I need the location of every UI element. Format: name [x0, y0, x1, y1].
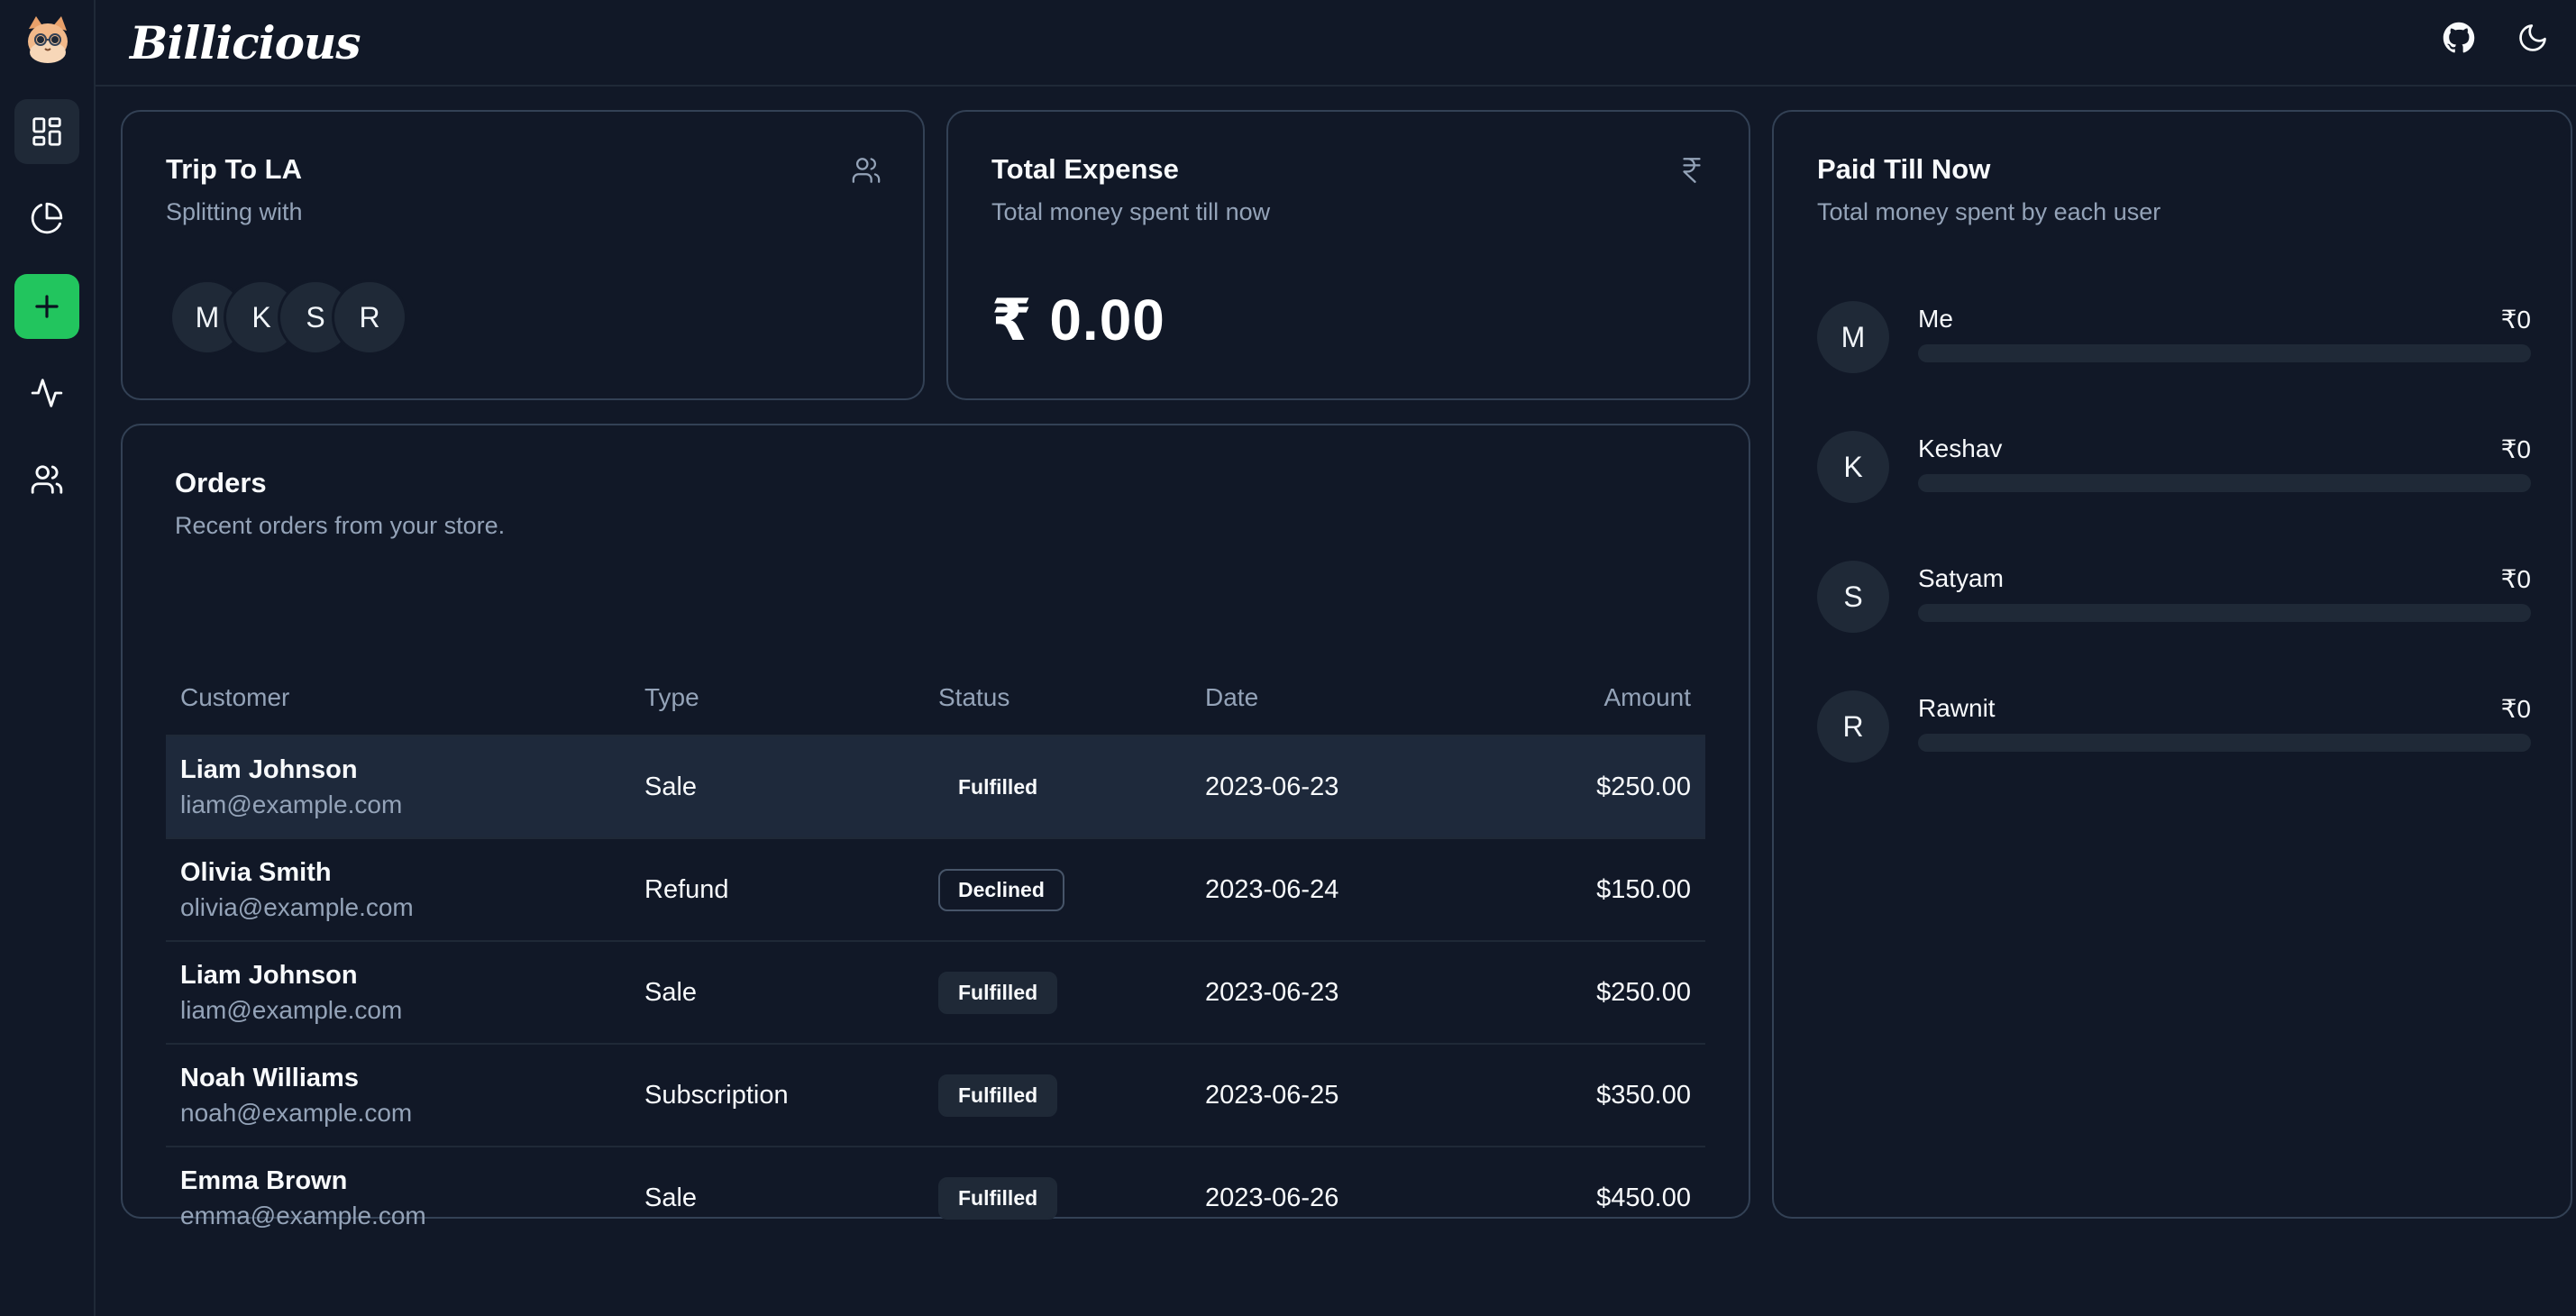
github-icon	[2443, 22, 2475, 53]
user-amount: ₹0	[2500, 695, 2531, 723]
trip-subtitle: Splitting with	[166, 198, 303, 225]
order-amount: $350.00	[1457, 1044, 1705, 1147]
order-date: 2023-06-23	[1191, 736, 1457, 839]
avatar: M	[1817, 301, 1889, 373]
nav-dashboard-button[interactable]	[14, 99, 79, 164]
user-amount: ₹0	[2500, 306, 2531, 334]
app-logo-icon[interactable]	[23, 13, 72, 63]
order-type: Sale	[644, 1183, 698, 1212]
trip-card: Trip To LA Splitting with M K S R	[121, 110, 925, 400]
nav-members-button[interactable]	[14, 447, 79, 512]
avatar: R	[1817, 690, 1889, 763]
user-amount: ₹0	[2500, 435, 2531, 463]
paid-subtitle: Total money spent by each user	[1817, 198, 2161, 225]
user-paid-row: K Keshav ₹0	[1817, 431, 2531, 507]
customer-email: noah@example.com	[180, 1098, 413, 1127]
order-amount: $250.00	[1457, 941, 1705, 1045]
customer-email: liam@example.com	[180, 995, 403, 1024]
moon-icon	[2519, 24, 2546, 51]
avatar[interactable]: R	[332, 279, 407, 355]
github-button[interactable]	[2441, 20, 2477, 56]
paid-till-now-card: Paid Till Now Total money spent by each …	[1772, 110, 2572, 1219]
user-name: Keshav	[1918, 434, 2003, 462]
status-badge: Declined	[938, 868, 1064, 911]
order-date: 2023-06-24	[1191, 838, 1457, 942]
expense-title: Total Expense	[991, 153, 1179, 185]
table-row[interactable]: Noah Williams noah@example.com Subscript…	[166, 1044, 1705, 1147]
column-header-amount: Amount	[1457, 660, 1705, 736]
orders-card: Orders Recent orders from your store. Cu…	[121, 424, 1750, 1229]
users-icon	[31, 465, 63, 494]
paid-title: Paid Till Now	[1817, 153, 1991, 185]
user-amount: ₹0	[2500, 565, 2531, 593]
users-icon	[852, 158, 881, 183]
customer-name: Liam Johnson	[180, 754, 358, 784]
top-bar: Billicious	[96, 0, 2576, 87]
customer-email: emma@example.com	[180, 1202, 426, 1229]
status-badge: Fulfilled	[938, 971, 1058, 1014]
nav-add-button[interactable]	[14, 274, 79, 339]
column-header-type: Type	[630, 660, 924, 736]
user-progress-bar	[1918, 604, 2531, 622]
expense-subtitle: Total money spent till now	[991, 198, 1271, 225]
plus-icon	[35, 295, 59, 318]
status-badge: Fulfilled	[958, 774, 1038, 799]
order-date: 2023-06-23	[1191, 941, 1457, 1045]
customer-email: liam@example.com	[180, 790, 403, 818]
order-amount: $450.00	[1596, 1183, 1691, 1212]
brand-logo[interactable]: Billicious	[130, 5, 361, 81]
customer-name: Noah Williams	[180, 1063, 359, 1092]
order-date: 2023-06-26	[1205, 1183, 1339, 1212]
orders-subtitle: Recent orders from your store.	[175, 512, 506, 539]
activity-icon	[31, 379, 63, 407]
user-paid-row: M Me ₹0	[1817, 301, 2531, 377]
column-header-date: Date	[1191, 660, 1457, 736]
customer-name: Liam Johnson	[180, 960, 358, 990]
nav-activity-button[interactable]	[14, 361, 79, 425]
user-progress-bar	[1918, 474, 2531, 492]
theme-toggle-button[interactable]	[2515, 20, 2551, 56]
order-type: Subscription	[630, 1044, 924, 1147]
trip-title: Trip To LA	[166, 153, 302, 185]
avatar: S	[1817, 561, 1889, 633]
status-badge: Fulfilled	[938, 1177, 1058, 1220]
orders-title: Orders	[175, 467, 267, 498]
order-date: 2023-06-25	[1191, 1044, 1457, 1147]
status-badge: Fulfilled	[938, 1074, 1058, 1117]
pie-chart-icon	[31, 202, 63, 234]
order-type: Refund	[630, 838, 924, 942]
total-expense-card: Total Expense Total money spent till now…	[946, 110, 1750, 400]
order-type: Sale	[630, 941, 924, 1045]
user-paid-row: R Rawnit ₹0	[1817, 690, 2531, 766]
user-progress-bar	[1918, 734, 2531, 752]
user-name: Me	[1918, 305, 1953, 333]
orders-table: Customer Type Status Date Amount Liam Jo…	[166, 660, 1705, 1249]
order-type: Sale	[630, 736, 924, 839]
customer-name: Olivia Smith	[180, 857, 332, 887]
table-row[interactable]: Emma Brown emma@example.com Sale Fulfill…	[166, 1147, 1705, 1249]
user-name: Rawnit	[1918, 694, 1996, 722]
rupee-icon	[1683, 158, 1701, 183]
member-avatars: M K S R	[169, 279, 407, 355]
table-header-row: Customer Type Status Date Amount	[166, 660, 1705, 736]
order-amount: $150.00	[1457, 838, 1705, 942]
user-paid-row: S Satyam ₹0	[1817, 561, 2531, 636]
column-header-status: Status	[924, 660, 1191, 736]
table-row[interactable]: Liam Johnson liam@example.com Sale Fulfi…	[166, 736, 1705, 839]
sidebar	[0, 0, 96, 1316]
dashboard-icon	[32, 117, 61, 146]
column-header-customer: Customer	[166, 660, 630, 736]
nav-analytics-button[interactable]	[14, 186, 79, 251]
user-name: Satyam	[1918, 564, 2004, 592]
total-expense-amount: ₹ 0.00	[991, 288, 1165, 352]
order-amount: $250.00	[1457, 736, 1705, 839]
customer-email: olivia@example.com	[180, 892, 414, 921]
table-row[interactable]: Olivia Smith olivia@example.com Refund D…	[166, 838, 1705, 942]
table-row[interactable]: Liam Johnson liam@example.com Sale Fulfi…	[166, 941, 1705, 1045]
avatar: K	[1817, 431, 1889, 503]
customer-name: Emma Brown	[180, 1166, 348, 1195]
user-progress-bar	[1918, 344, 2531, 362]
